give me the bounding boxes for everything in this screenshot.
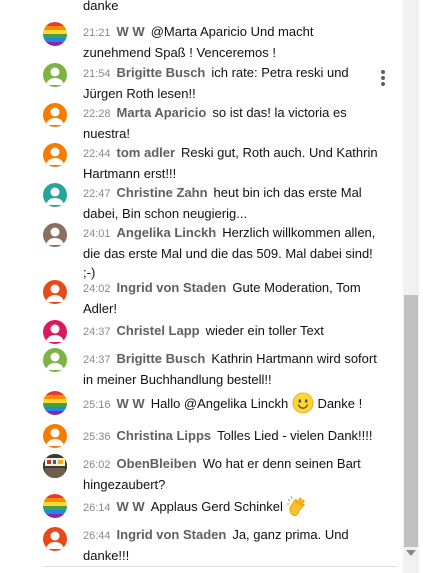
rainbow-flag-icon <box>43 391 67 415</box>
message-author[interactable]: Brigitte Busch <box>117 65 206 80</box>
default-avatar-icon <box>43 223 67 247</box>
message-author[interactable]: Christine Zahn <box>117 185 208 200</box>
message-text: wieder ein toller Text <box>205 323 324 338</box>
message-author[interactable]: Ingrid von Staden <box>117 527 227 542</box>
rainbow-flag-icon <box>43 22 67 46</box>
message-timestamp: 22:47 <box>83 188 111 200</box>
scrollbar[interactable] <box>403 0 419 573</box>
default-avatar-icon <box>43 348 67 372</box>
message-author[interactable]: W W <box>117 499 145 514</box>
message-text: Tolles Lied - vielen Dank!!!! <box>217 428 373 443</box>
rainbow-flag-icon <box>43 494 67 518</box>
message-timestamp: 26:44 <box>83 530 111 542</box>
message-text-after-emoji: Danke ! <box>317 396 363 411</box>
message-author[interactable]: Marta Aparicio <box>117 105 207 120</box>
message-timestamp: 24:37 <box>83 354 111 366</box>
message-text: Hallo @Angelika Linckh <box>150 396 289 411</box>
partial-message-text: danke <box>83 0 119 13</box>
message-author[interactable]: Christina Lipps <box>117 428 212 443</box>
default-avatar-icon <box>43 320 67 344</box>
message-author[interactable]: Ingrid von Staden <box>117 280 227 295</box>
message-timestamp: 24:02 <box>83 283 111 295</box>
smiling-face-icon <box>292 392 314 414</box>
scrollbar-thumb[interactable] <box>404 295 418 547</box>
default-avatar-icon <box>43 280 67 304</box>
message-timestamp: 26:02 <box>83 459 111 471</box>
chat-message-list[interactable]: danke 21:21 W W @Marta Aparicio Und macht … <box>0 0 403 573</box>
message-timestamp: 24:01 <box>83 228 111 240</box>
message-author[interactable]: Brigitte Busch <box>117 351 206 366</box>
default-avatar-icon <box>43 143 67 167</box>
message-author[interactable]: W W <box>117 24 145 39</box>
default-avatar-icon <box>43 63 67 87</box>
message-author[interactable]: Angelika Linckh <box>117 225 217 240</box>
message-author[interactable]: ObenBleiben <box>117 456 197 471</box>
message-timestamp: 24:37 <box>83 326 111 338</box>
protest-photo-icon <box>43 454 67 478</box>
default-avatar-icon <box>43 183 67 207</box>
message-timestamp: 26:14 <box>83 502 111 514</box>
message-author[interactable]: W W <box>117 396 145 411</box>
more-options-icon[interactable] <box>376 66 390 90</box>
message-timestamp: 25:16 <box>83 399 111 411</box>
divider <box>43 566 398 567</box>
scroll-down-arrow-icon[interactable] <box>406 550 416 556</box>
message-timestamp: 25:36 <box>83 431 111 443</box>
message-timestamp: 22:28 <box>83 108 111 120</box>
message-timestamp: 22:44 <box>83 148 111 160</box>
default-avatar-icon <box>43 103 67 127</box>
message-author[interactable]: Christel Lapp <box>117 323 200 338</box>
message-text: Applaus Gerd Schinkel <box>150 499 283 514</box>
default-avatar-icon <box>43 527 67 551</box>
message-timestamp: 21:21 <box>83 27 111 39</box>
clapping-hands-icon <box>286 495 309 517</box>
message-author[interactable]: tom adler <box>117 145 176 160</box>
message-timestamp: 21:54 <box>83 68 111 80</box>
default-avatar-icon <box>43 424 67 448</box>
